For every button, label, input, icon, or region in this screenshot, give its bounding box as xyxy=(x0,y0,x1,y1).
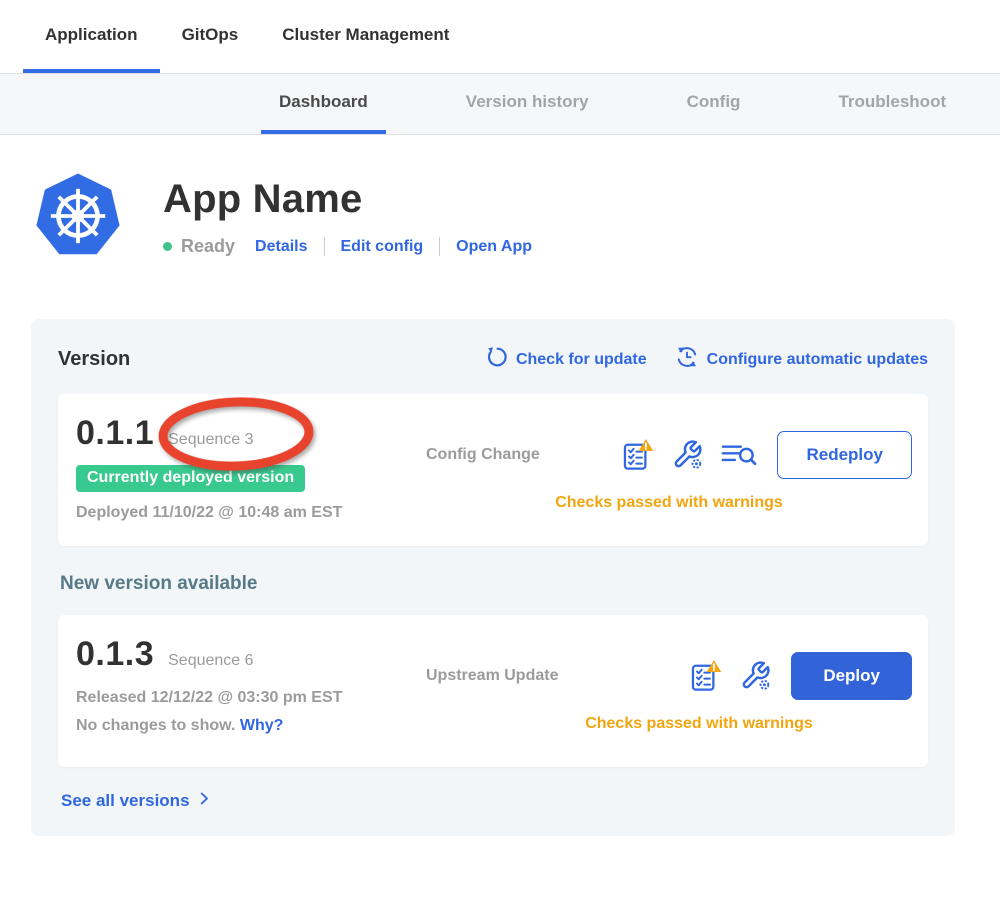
divider xyxy=(439,237,440,256)
app-status: Ready xyxy=(163,236,235,257)
kubernetes-logo-icon xyxy=(33,171,123,261)
check-for-update-label: Check for update xyxy=(516,351,647,369)
tab-gitops[interactable]: GitOps xyxy=(160,0,261,73)
admin-console-page: Application GitOps Cluster Management Da… xyxy=(0,0,1000,898)
preflight-status-text: Checks passed with warnings xyxy=(426,494,912,512)
current-version-card: 0.1.1 Sequence 3 Currently deployed vers… xyxy=(58,394,928,546)
app-subnav: Dashboard Version history Config Trouble… xyxy=(0,73,1000,135)
config-wrench-icon[interactable] xyxy=(672,439,703,470)
version-section: Version Check for update xyxy=(31,319,955,836)
configure-automatic-updates-label: Configure automatic updates xyxy=(707,351,928,369)
current-version-number: 0.1.1 xyxy=(76,414,154,453)
chevron-right-icon xyxy=(197,790,212,812)
version-source-label: Upstream Update xyxy=(426,667,558,685)
new-version-number: 0.1.3 xyxy=(76,635,154,674)
version-source-label: Config Change xyxy=(426,446,540,464)
top-navigation: Application GitOps Cluster Management xyxy=(0,0,1000,73)
subtab-dashboard[interactable]: Dashboard xyxy=(261,74,386,134)
deployed-timestamp: Deployed 11/10/22 @ 10:48 am EST xyxy=(76,504,426,522)
details-link[interactable]: Details xyxy=(255,238,307,256)
preflight-checks-icon[interactable] xyxy=(621,438,655,472)
tab-application[interactable]: Application xyxy=(23,0,160,73)
check-for-update-link[interactable]: Check for update xyxy=(486,346,647,373)
deploy-button[interactable]: Deploy xyxy=(791,652,912,700)
config-wrench-icon[interactable] xyxy=(740,660,771,691)
redeploy-button[interactable]: Redeploy xyxy=(777,431,912,479)
page-title: App Name xyxy=(163,177,532,222)
no-changes-label: No changes to show. xyxy=(76,717,235,734)
app-header: App Name Ready Details Edit config Open … xyxy=(33,171,1000,261)
divider xyxy=(324,237,325,256)
see-all-versions-link[interactable]: See all versions xyxy=(61,790,212,812)
schedule-update-icon xyxy=(675,345,699,374)
configure-automatic-updates-link[interactable]: Configure automatic updates xyxy=(675,345,928,374)
see-all-versions-label: See all versions xyxy=(61,791,190,811)
preflight-status-text: Checks passed with warnings xyxy=(486,715,912,733)
subtab-troubleshoot[interactable]: Troubleshoot xyxy=(820,74,964,134)
new-version-heading: New version available xyxy=(60,573,928,595)
version-section-title: Version xyxy=(58,348,130,371)
new-version-card: 0.1.3 Sequence 6 Released 12/12/22 @ 03:… xyxy=(58,615,928,767)
edit-config-link[interactable]: Edit config xyxy=(341,238,424,256)
preflight-checks-icon[interactable] xyxy=(689,659,723,693)
no-changes-text: No changes to show. Why? xyxy=(76,717,426,735)
current-version-sequence: Sequence 3 xyxy=(168,431,253,449)
subtab-version-history[interactable]: Version history xyxy=(448,74,607,134)
new-version-sequence: Sequence 6 xyxy=(168,652,253,670)
status-dot-icon xyxy=(163,242,172,251)
currently-deployed-badge: Currently deployed version xyxy=(76,465,305,492)
tab-cluster-management[interactable]: Cluster Management xyxy=(260,0,471,73)
status-text: Ready xyxy=(181,236,235,257)
why-link[interactable]: Why? xyxy=(240,717,284,734)
app-status-row: Ready Details Edit config Open App xyxy=(163,236,532,257)
refresh-icon xyxy=(486,346,508,373)
open-app-link[interactable]: Open App xyxy=(456,238,532,256)
view-diff-icon[interactable] xyxy=(720,440,757,469)
subtab-config[interactable]: Config xyxy=(669,74,759,134)
released-timestamp: Released 12/12/22 @ 03:30 pm EST xyxy=(76,689,426,707)
